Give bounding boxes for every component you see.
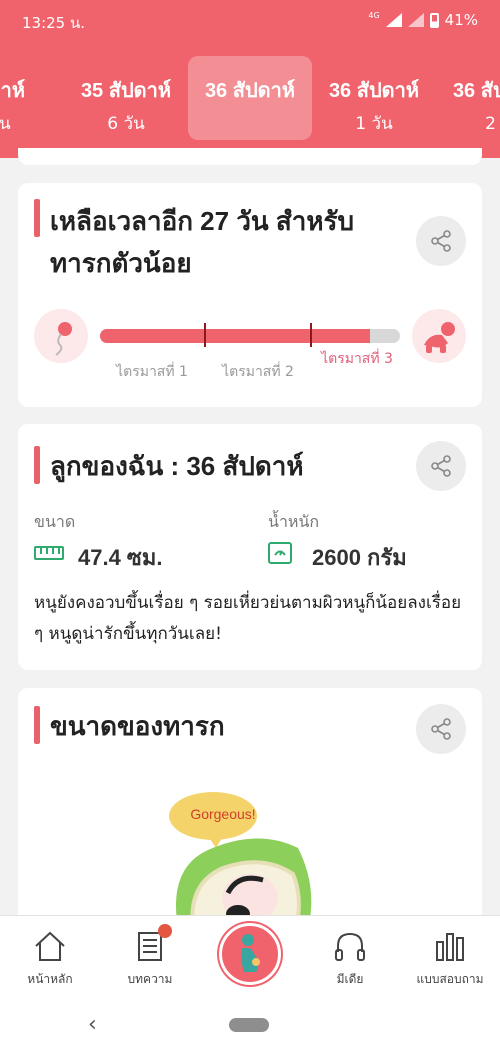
bar-chart-icon [436, 933, 464, 961]
week-tab-title: 35 สัปดาห์ [80, 80, 172, 102]
card-accent-bar [34, 446, 40, 484]
trimester-3-label: ไตรมาสที่ 3 [321, 351, 393, 367]
nav-articles[interactable]: บทความ [100, 916, 200, 1001]
nav-home-label: หน้าหลัก [27, 972, 73, 986]
week-tab-title: 36 สัปดาห์ [204, 80, 296, 102]
week-tab[interactable]: ปดาห์ วัน [0, 56, 62, 140]
trimester-divider-1 [204, 323, 206, 347]
share-icon [431, 230, 451, 252]
share-button[interactable] [416, 441, 466, 491]
weight-label: น้ำหนัก [268, 512, 320, 531]
week-tab-title: ปดาห์ [0, 80, 26, 102]
week-tab-title: 36 สัปดาห์ [328, 80, 420, 102]
home-icon [35, 931, 65, 961]
network-type: 4G [368, 10, 380, 20]
size-value: 47.4 ซม. [78, 545, 163, 570]
week-tab[interactable]: 36 สัปดาห์ 1 วัน [312, 56, 436, 140]
week-tab-title: 36 สัปดาห์ [452, 80, 500, 102]
nav-survey[interactable]: แบบสอบถาม [400, 916, 500, 1001]
share-button[interactable] [416, 704, 466, 754]
countdown-title-line1: เหลือเวลาอีก 27 วัน สำหรับ [50, 206, 354, 236]
week-tab-sub: 6 วัน [107, 114, 145, 134]
baby-crawling-icon [412, 309, 466, 363]
baby-title: ลูกของฉัน : 36 สัปดาห์ [50, 451, 304, 481]
gorgeous-bubble-text: Gorgeous! [190, 806, 256, 822]
previous-card-edge [18, 148, 482, 165]
week-tab[interactable]: 36 สัปดาห์ 2 วั [436, 56, 500, 140]
nav-home[interactable]: หน้าหลัก [0, 916, 100, 1001]
week-tab[interactable]: 35 สัปดาห์ 6 วัน [64, 56, 188, 140]
countdown-title-line2: ทารกตัวน้อย [50, 248, 192, 278]
back-icon[interactable]: ‹ [88, 1012, 97, 1037]
battery-icon [429, 12, 439, 28]
status-time: 13:25 น. [22, 14, 86, 32]
home-pill-button[interactable] [229, 1018, 269, 1032]
battery-level: 41% [444, 11, 478, 29]
pregnancy-progress-fill [100, 329, 370, 343]
baby-size-title: ขนาดของทารก [50, 711, 225, 741]
card-accent-bar [34, 199, 40, 237]
signal-icon-2 [407, 13, 424, 27]
week-tab-sub: 1 วัน [355, 114, 393, 134]
trimester-1-label: ไตรมาสที่ 1 [116, 364, 188, 380]
nav-survey-label: แบบสอบถาม [416, 972, 484, 986]
week-tab-sub: 2 วั [485, 114, 500, 134]
week-tab-sub: วัน [0, 114, 11, 134]
nav-media[interactable]: มีเดีย [300, 916, 400, 1001]
notification-badge [158, 924, 172, 938]
scale-icon [268, 542, 292, 564]
nav-articles-label: บทความ [127, 972, 173, 986]
pregnancy-icon [241, 934, 260, 972]
countdown-card: เหลือเวลาอีก 27 วัน สำหรับ ทารกตัวน้อย ไ… [18, 183, 482, 407]
nav-media-label: มีเดีย [336, 972, 364, 986]
share-button[interactable] [416, 216, 466, 266]
share-icon [431, 455, 451, 477]
baby-size-card: ขนาดของทารก Gorgeous! [18, 688, 482, 928]
share-icon [431, 718, 451, 740]
sperm-icon [34, 309, 88, 363]
signal-icon [385, 13, 402, 27]
baby-info-card: ลูกของฉัน : 36 สัปดาห์ ขนาด 47.4 ซม. น้ำ… [18, 424, 482, 670]
trimester-2-label: ไตรมาสที่ 2 [222, 364, 294, 380]
card-accent-bar [34, 706, 40, 744]
trimester-divider-2 [310, 323, 312, 347]
headphones-icon [335, 932, 365, 961]
pregnancy-progress-bar [100, 329, 400, 343]
weight-value: 2600 กรัม [312, 545, 407, 570]
week-tab-active[interactable]: 36 สัปดาห์ [188, 56, 312, 140]
app-header: 13:25 น. 4G 41% ปดาห์ วัน 35 สัปดาห์ 6 ว… [0, 0, 500, 158]
status-bar: 13:25 น. 4G 41% [0, 0, 500, 40]
baby-description: หนูยังคงอวบขึ้นเรื่อย ๆ รอยเหี่ยวย่นตามผ… [34, 593, 462, 644]
size-label: ขนาด [34, 512, 76, 531]
status-indicators: 4G 41% [368, 10, 478, 30]
pregnancy-center-button[interactable] [219, 923, 281, 985]
system-navigation-bar: ‹ [0, 1000, 500, 1056]
week-selector: ปดาห์ วัน 35 สัปดาห์ 6 วัน 36 สัปดาห์ 36… [0, 56, 500, 140]
ruler-icon [34, 546, 64, 560]
